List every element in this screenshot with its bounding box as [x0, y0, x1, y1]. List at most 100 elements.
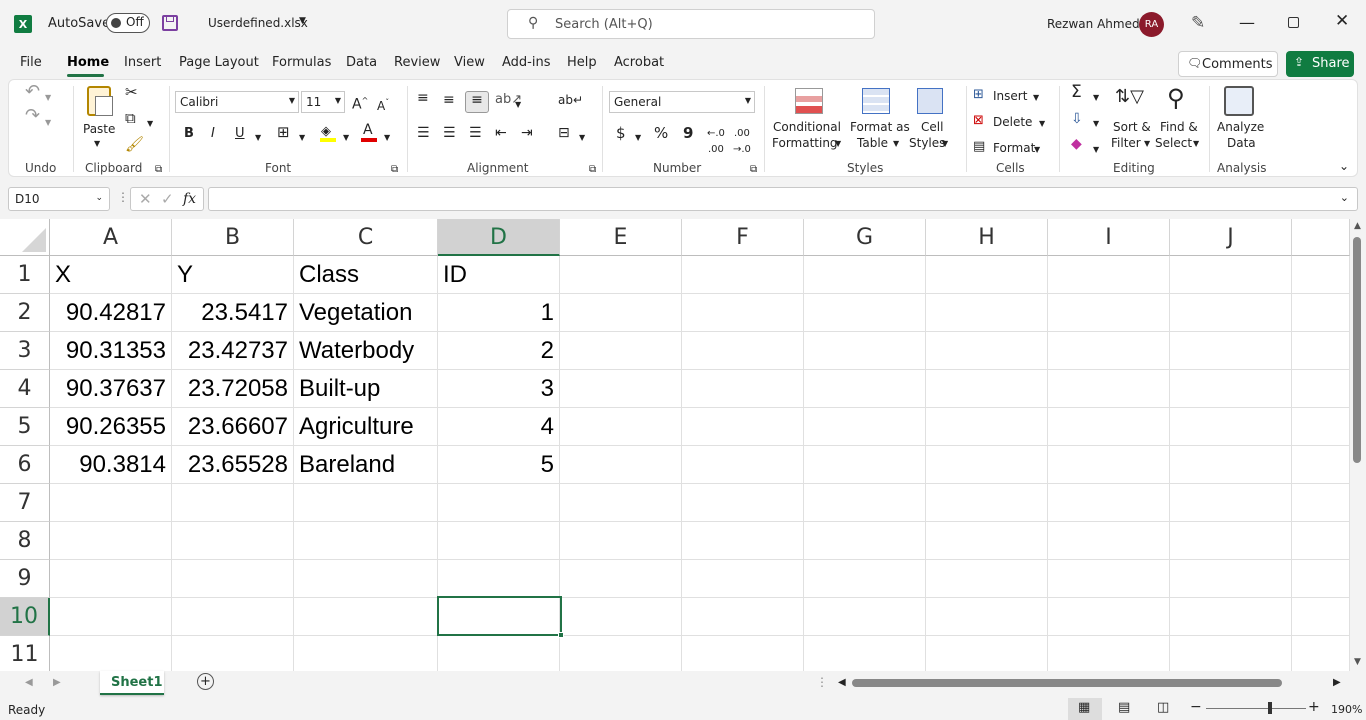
share-button[interactable]: ⇪ Share	[1286, 51, 1354, 77]
format-cells-icon[interactable]: ▤	[973, 139, 985, 155]
row-header-7[interactable]: 7	[0, 484, 50, 522]
cell-g4[interactable]	[804, 370, 926, 408]
borders-dropdown-icon[interactable]: ▼	[299, 130, 305, 146]
cell-g6[interactable]	[804, 446, 926, 484]
cell-h10[interactable]	[926, 598, 1048, 636]
cell-h7[interactable]	[926, 484, 1048, 522]
cell-b10[interactable]	[172, 598, 294, 636]
cell-i7[interactable]	[1048, 484, 1170, 522]
comma-button[interactable]: 9	[683, 125, 693, 141]
next-sheet-icon[interactable]: ▶	[53, 677, 61, 688]
decrease-decimal-icon[interactable]: .00 →.0	[733, 126, 751, 158]
cell-e8[interactable]	[560, 522, 682, 560]
sort-filter-button[interactable]: ⇅▽ Sort & Filter ▼	[1109, 86, 1153, 156]
name-box[interactable]: D10 ⌄	[8, 187, 110, 211]
align-left-icon[interactable]: ☰	[417, 125, 430, 141]
font-color-dropdown-icon[interactable]: ▼	[384, 130, 390, 146]
cell-a5[interactable]: 90.26355	[50, 408, 172, 446]
cell-a10[interactable]	[50, 598, 172, 636]
tab-help[interactable]: Help	[567, 55, 597, 70]
vertical-scroll-thumb[interactable]	[1353, 237, 1361, 463]
cell-j2[interactable]	[1170, 294, 1292, 332]
add-sheet-icon[interactable]: +	[197, 673, 214, 690]
cell-d3[interactable]: 2	[438, 332, 560, 370]
user-name[interactable]: Rezwan Ahmed	[1047, 17, 1140, 31]
number-format-select[interactable]: General ▼	[609, 91, 755, 113]
zoom-slider-thumb[interactable]	[1268, 702, 1272, 714]
column-header-g[interactable]: G	[804, 219, 926, 256]
cell-b7[interactable]	[172, 484, 294, 522]
cell-b8[interactable]	[172, 522, 294, 560]
increase-decimal-icon[interactable]: ←.0.00	[707, 126, 725, 158]
number-launcher-icon[interactable]: ⧉	[750, 162, 757, 178]
cell-d11[interactable]	[438, 636, 560, 671]
cell-d6[interactable]: 5	[438, 446, 560, 484]
copy-icon[interactable]: ⧉	[125, 110, 136, 126]
cell-k6[interactable]	[1292, 446, 1350, 484]
zoom-slider[interactable]	[1206, 702, 1306, 714]
cell-j11[interactable]	[1170, 636, 1292, 671]
cell-c2[interactable]: Vegetation	[294, 294, 438, 332]
prev-sheet-icon[interactable]: ◀	[25, 677, 33, 688]
cell-j5[interactable]	[1170, 408, 1292, 446]
cell-h11[interactable]	[926, 636, 1048, 671]
cell-e10[interactable]	[560, 598, 682, 636]
sheet-bar-splitter[interactable]: ⋮	[816, 675, 828, 689]
close-icon[interactable]: ✕	[1335, 11, 1349, 31]
insert-cells-icon[interactable]: ⊞	[973, 87, 984, 103]
redo-icon[interactable]: ↷	[25, 107, 40, 125]
bold-button[interactable]: B	[184, 126, 194, 142]
cell-h9[interactable]	[926, 560, 1048, 598]
cell-g3[interactable]	[804, 332, 926, 370]
cell-styles-button[interactable]: Cell Styles ▼	[907, 86, 953, 156]
cell-k10[interactable]	[1292, 598, 1350, 636]
cell-k3[interactable]	[1292, 332, 1350, 370]
tab-formulas[interactable]: Formulas	[272, 55, 331, 70]
underline-button[interactable]: U	[235, 126, 245, 142]
find-select-button[interactable]: ⚲ Find & Select ▼	[1155, 84, 1203, 156]
cell-g9[interactable]	[804, 560, 926, 598]
cell-f9[interactable]	[682, 560, 804, 598]
delete-cells-label[interactable]: Delete	[993, 114, 1032, 130]
cell-g1[interactable]	[804, 256, 926, 294]
row-header-2[interactable]: 2	[0, 294, 50, 332]
row-header-9[interactable]: 9	[0, 560, 50, 598]
cell-d9[interactable]	[438, 560, 560, 598]
select-all-corner[interactable]	[0, 219, 50, 256]
cell-f6[interactable]	[682, 446, 804, 484]
column-header-c[interactable]: C	[294, 219, 438, 256]
cell-e3[interactable]	[560, 332, 682, 370]
undo-dropdown-icon[interactable]: ▼	[45, 90, 51, 106]
cell-g8[interactable]	[804, 522, 926, 560]
cell-a4[interactable]: 90.37637	[50, 370, 172, 408]
cell-e5[interactable]	[560, 408, 682, 446]
cell-a7[interactable]	[50, 484, 172, 522]
cell-i6[interactable]	[1048, 446, 1170, 484]
autosave-toggle[interactable]: Off	[106, 13, 150, 33]
cell-e4[interactable]	[560, 370, 682, 408]
cell-k9[interactable]	[1292, 560, 1350, 598]
cell-a6[interactable]: 90.3814	[50, 446, 172, 484]
fill-color-dropdown-icon[interactable]: ▼	[343, 130, 349, 146]
cell-f5[interactable]	[682, 408, 804, 446]
scroll-up-icon[interactable]: ▲	[1354, 221, 1361, 231]
cell-k11[interactable]	[1292, 636, 1350, 671]
cell-b11[interactable]	[172, 636, 294, 671]
cell-a3[interactable]: 90.31353	[50, 332, 172, 370]
column-header-i[interactable]: I	[1048, 219, 1170, 256]
row-header-3[interactable]: 3	[0, 332, 50, 370]
tab-page-layout[interactable]: Page Layout	[179, 55, 259, 70]
cell-j1[interactable]	[1170, 256, 1292, 294]
align-center-icon[interactable]: ☰	[443, 125, 456, 141]
zoom-in-icon[interactable]: +	[1308, 699, 1320, 715]
cell-a2[interactable]: 90.42817	[50, 294, 172, 332]
cell-i9[interactable]	[1048, 560, 1170, 598]
cell-i4[interactable]	[1048, 370, 1170, 408]
tab-view[interactable]: View	[454, 55, 485, 70]
column-header-k[interactable]	[1292, 219, 1350, 256]
cell-d8[interactable]	[438, 522, 560, 560]
increase-indent-icon[interactable]: ⇥	[521, 125, 533, 141]
cell-b5[interactable]: 23.66607	[172, 408, 294, 446]
cell-b2[interactable]: 23.5417	[172, 294, 294, 332]
horizontal-scroll-thumb[interactable]	[852, 679, 1282, 687]
